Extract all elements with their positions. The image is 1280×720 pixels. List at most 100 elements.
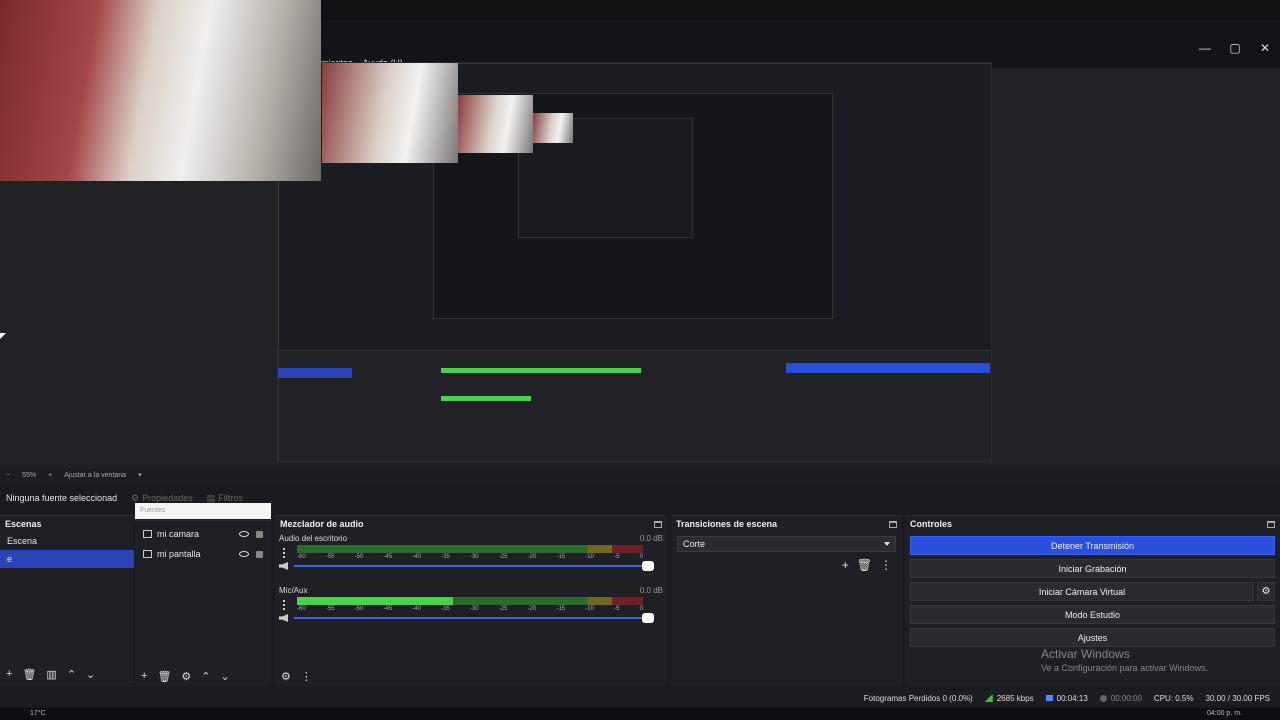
source-label: mi camara	[157, 529, 200, 539]
move-down-icon[interactable]: ⌄	[86, 668, 95, 681]
move-up-icon[interactable]: ⌃	[201, 670, 210, 683]
gear-icon: ⚙	[131, 492, 140, 503]
volume-row	[279, 561, 663, 571]
scene-item[interactable]: Escena	[0, 532, 134, 550]
watermark-subtitle: Ve a Configuración para activar Windows.	[1041, 663, 1209, 673]
meter-tick: -60	[297, 606, 306, 612]
source-item[interactable]: mi pantalla	[135, 544, 271, 564]
scenes-title: Escenas	[0, 516, 134, 532]
kebab-icon[interactable]: ⋮	[880, 558, 892, 572]
add-icon[interactable]: +	[842, 558, 849, 572]
dropped-frames: Fotogramas Perdidos 0 (0.0%)	[863, 693, 973, 703]
meter-tick: 0	[639, 554, 643, 560]
taskbar: 17°C 04:00 p. m.	[0, 708, 1280, 720]
meter-tick: -15	[556, 554, 566, 560]
fit-window-button[interactable]: Ajustar a la ventana	[64, 472, 126, 479]
lock-icon[interactable]	[256, 530, 263, 538]
zoom-in-button[interactable]: +	[48, 472, 52, 479]
volume-row	[279, 613, 663, 623]
scene-item-selected[interactable]: e	[0, 550, 134, 568]
kebab-icon[interactable]	[283, 548, 285, 558]
meter-tick: -30	[469, 554, 479, 560]
trash-icon[interactable]: 🗑	[157, 670, 171, 683]
source-item[interactable]: mi camara	[135, 524, 271, 544]
mixer-channel: Mic/Aux 0.0 dB -60 -55 -50 -45 -40 -35 -30 -25 -2…	[275, 584, 667, 636]
filter-icon[interactable]: ▥	[46, 668, 56, 681]
weather-temp[interactable]: 17°C	[30, 710, 46, 717]
meter-ticks: -60 -55 -50 -45 -40 -35 -30 -25 -20 -15 -10 -5 0	[297, 554, 643, 560]
clock[interactable]: 04:00 p. m.	[1207, 710, 1242, 717]
volume-slider[interactable]	[294, 613, 654, 623]
eye-icon[interactable]	[239, 530, 249, 537]
stream-icon	[1045, 695, 1053, 701]
meter-tick: -35	[441, 606, 450, 612]
slider-knob[interactable]	[642, 613, 654, 623]
meter-tick: -35	[441, 554, 450, 560]
speaker-icon[interactable]	[279, 562, 288, 570]
trash-icon[interactable]: 🗑	[22, 668, 36, 681]
virtual-cam-row: Iniciar Cámara Virtual ⚙	[905, 578, 1280, 601]
gear-icon[interactable]: ⚙	[281, 670, 291, 683]
meter-tick: -5	[614, 554, 620, 560]
watermark-title: Activar Windows	[1041, 647, 1130, 661]
nested-webcam-2	[458, 95, 533, 153]
dock-menu-icon[interactable]	[654, 520, 662, 528]
lock-icon[interactable]	[256, 550, 263, 558]
kebab-icon[interactable]	[283, 600, 285, 610]
preview-canvas[interactable]	[277, 62, 992, 462]
eye-icon[interactable]	[239, 550, 249, 557]
start-recording-button[interactable]: Iniciar Grabación	[910, 559, 1275, 578]
settings-button[interactable]: Ajustes	[910, 628, 1275, 647]
meter-tick: -25	[498, 606, 508, 612]
channel-header: Mic/Aux 0.0 dB	[279, 586, 663, 595]
dock-menu-icon[interactable]	[1267, 520, 1275, 528]
studio-mode-button[interactable]: Modo Estudio	[910, 605, 1275, 624]
source-controls	[239, 530, 271, 538]
rec-time: 00:00:00	[1110, 693, 1142, 703]
meter-tick: -5	[614, 606, 620, 612]
start-virtual-camera-button[interactable]: Iniciar Cámara Virtual	[910, 582, 1254, 601]
meter-tick: -10	[585, 554, 594, 560]
add-icon[interactable]: +	[6, 668, 12, 681]
channel-header: Audio del escritorio 0.0 dB	[279, 534, 663, 543]
transitions-title-label: Transiciones de escena	[676, 519, 778, 529]
add-icon[interactable]: +	[141, 670, 147, 683]
chevron-down-icon[interactable]: ▾	[138, 471, 142, 479]
trash-icon[interactable]: 🗑	[857, 558, 872, 572]
channel-db: 0.0 dB	[639, 586, 663, 595]
stream-time-group: 00:04:13	[1045, 694, 1088, 703]
minimize-icon[interactable]: —	[1190, 40, 1220, 56]
zoom-out-button[interactable]: −	[6, 472, 10, 479]
maximize-icon[interactable]: ▢	[1220, 40, 1250, 56]
gear-icon[interactable]: ⚙	[181, 670, 191, 683]
meter-tick: -40	[412, 554, 421, 560]
move-down-icon[interactable]: ⌄	[221, 670, 230, 683]
meter-tick: -10	[585, 606, 594, 612]
activate-windows-watermark: Activar Windows Ve a Configuración para …	[1041, 647, 1208, 673]
mixer-title: Mezclador de audio	[275, 516, 667, 532]
source-controls	[239, 550, 271, 558]
slider-knob[interactable]	[642, 561, 654, 571]
chevron-down-icon	[884, 542, 890, 546]
volume-slider[interactable]	[294, 561, 654, 571]
webcam-overlay	[0, 0, 321, 181]
transition-select[interactable]: Corte	[677, 536, 896, 552]
bitrate: 2685 kbps	[996, 693, 1034, 703]
scenes-toolbar: + 🗑 ▥ ⌃ ⌄	[6, 668, 95, 681]
nested-meter	[441, 368, 641, 373]
properties-button[interactable]: ⚙ Propiedades	[131, 493, 193, 504]
filters-button[interactable]: ▤ Filtros	[207, 493, 243, 504]
move-up-icon[interactable]: ⌃	[67, 668, 76, 681]
nested-stop-button	[786, 363, 990, 373]
meter-ticks: -60 -55 -50 -45 -40 -35 -30 -25 -20 -15 -10 -5 0	[297, 606, 643, 612]
nested-scene-selected	[278, 368, 352, 378]
meter-tick: -25	[498, 554, 508, 560]
scene-label: Escena	[7, 536, 38, 546]
dock-menu-icon[interactable]	[889, 520, 897, 528]
stop-streaming-button[interactable]: Detener Transmisión	[910, 536, 1275, 555]
gear-icon[interactable]: ⚙	[1257, 582, 1275, 601]
kebab-icon[interactable]: ⋮	[301, 670, 312, 683]
close-icon[interactable]: ✕	[1250, 40, 1280, 56]
speaker-icon[interactable]	[279, 614, 288, 622]
meter-tick: -20	[527, 606, 537, 612]
